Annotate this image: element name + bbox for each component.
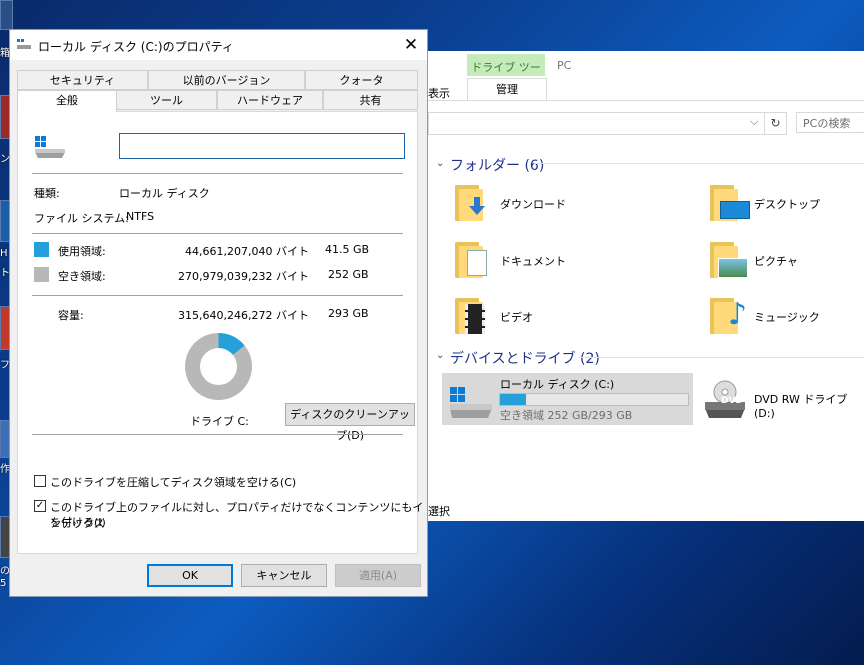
tab-view[interactable]: 表示 — [428, 85, 450, 101]
dialog-title: ローカル ディスク (C:)のプロパティ — [38, 40, 234, 54]
ribbon-divider — [420, 100, 864, 101]
group-divider — [578, 357, 864, 358]
index-checkbox[interactable]: ✓ — [34, 500, 46, 512]
ok-button[interactable]: OK — [147, 564, 233, 587]
type-label: 種類: — [34, 187, 60, 200]
tab-general[interactable]: 全般 — [17, 90, 117, 112]
chevron-down-icon[interactable]: ⌄ — [436, 158, 444, 169]
dvd-badge: DVD — [721, 396, 743, 406]
properties-dialog: ローカル ディスク (C:)のプロパティ ✕ セキュリティ 以前のバージョン ク… — [9, 29, 428, 597]
disk-cleanup-button[interactable]: ディスクのクリーンアップ(D) — [285, 403, 415, 442]
videos-folder-icon[interactable] — [455, 298, 485, 334]
filesystem-label: ファイル システム: — [34, 212, 129, 225]
index-label-line1[interactable]: このドライブ上のファイルに対し、プロパティだけでなくコンテンツにもインデックス — [50, 499, 427, 531]
status-bar-text: 選択 — [428, 505, 450, 518]
group-divider — [534, 163, 864, 164]
capacity-label: 容量: — [58, 309, 84, 322]
compress-checkbox[interactable] — [34, 475, 46, 487]
desktop-label-fragment: 5 — [0, 578, 7, 589]
group-title-devices[interactable]: デバイスとドライブ (2) — [450, 348, 600, 368]
tab-security[interactable]: セキュリティ — [17, 70, 148, 90]
tab-sharing[interactable]: 共有 — [323, 90, 418, 110]
folder-label[interactable]: ミュージック — [754, 309, 820, 325]
capacity-gb: 293 GB — [328, 307, 369, 320]
folder-label[interactable]: ピクチャ — [754, 253, 798, 269]
tab-manage[interactable]: 管理 — [467, 78, 547, 101]
compress-label[interactable]: このドライブを圧縮してディスク領域を空ける(C) — [50, 474, 296, 490]
used-space-swatch — [34, 242, 49, 257]
divider — [32, 233, 403, 234]
type-value: ローカル ディスク — [119, 187, 210, 200]
folder-label[interactable]: ドキュメント — [500, 253, 566, 269]
hard-drive-icon — [450, 387, 492, 418]
address-bar[interactable] — [428, 112, 765, 135]
hard-drive-icon — [35, 136, 65, 158]
refresh-icon[interactable]: ↻ — [764, 112, 787, 135]
tab-previous-versions[interactable]: 以前のバージョン — [148, 70, 305, 90]
documents-folder-icon[interactable] — [455, 242, 487, 278]
free-space-gb: 252 GB — [328, 268, 369, 281]
divider — [32, 173, 403, 174]
used-space-bytes: 44,661,207,040 バイト — [185, 245, 309, 258]
tab-tools[interactable]: ツール — [116, 90, 217, 110]
dialog-titlebar[interactable]: ローカル ディスク (C:)のプロパティ ✕ — [10, 30, 427, 60]
tab-hardware[interactable]: ハードウェア — [217, 90, 323, 110]
window-location-title: PC — [557, 59, 572, 72]
tab-quota[interactable]: クォータ — [305, 70, 418, 90]
donut-center — [200, 348, 237, 385]
chevron-down-icon[interactable]: ⌄ — [436, 350, 444, 361]
pictures-folder-icon[interactable] — [710, 242, 748, 278]
free-space-swatch — [34, 267, 49, 282]
desktop-label-fragment: H — [0, 248, 8, 259]
desktop-folder-icon[interactable] — [710, 185, 750, 221]
group-title-folders[interactable]: フォルダー (6) — [450, 155, 544, 175]
apply-button[interactable]: 適用(A) — [335, 564, 421, 587]
free-space-label: 空き領域: — [58, 270, 106, 283]
index-label-line2[interactable]: を付ける(I) — [50, 514, 106, 530]
download-folder-icon[interactable] — [455, 185, 485, 221]
divider — [32, 295, 403, 296]
close-icon[interactable]: ✕ — [400, 34, 422, 56]
drive-icon — [17, 39, 31, 49]
desktop-shortcut-icon[interactable] — [0, 0, 13, 30]
drive-usage-fill — [500, 394, 527, 405]
search-input[interactable]: PCの検索 — [796, 112, 864, 133]
drive-free-text: 空き領域 252 GB/293 GB — [500, 409, 633, 422]
divider — [32, 434, 403, 435]
chevron-down-icon[interactable]: ⌵ — [750, 115, 758, 129]
drive-name: ローカル ディスク (C:) — [500, 378, 615, 391]
drive-usage-bar — [499, 393, 689, 406]
capacity-bytes: 315,640,246,272 バイト — [178, 309, 309, 322]
used-space-gb: 41.5 GB — [325, 243, 370, 256]
free-space-bytes: 270,979,039,232 バイト — [178, 270, 309, 283]
folder-label[interactable]: ビデオ — [500, 309, 533, 325]
folder-label[interactable]: デスクトップ — [754, 196, 820, 212]
folder-label[interactable]: ダウンロード — [500, 196, 566, 212]
music-folder-icon[interactable]: ♪ — [710, 298, 747, 334]
drive-name[interactable]: DVD RW ドライブ (D:) — [754, 391, 864, 420]
drive-name-input[interactable] — [119, 133, 405, 159]
used-space-label: 使用領域: — [58, 245, 106, 258]
filesystem-value: NTFS — [126, 210, 155, 223]
drive-letter-label: ドライブ C: — [190, 415, 249, 428]
cancel-button[interactable]: キャンセル — [241, 564, 327, 587]
